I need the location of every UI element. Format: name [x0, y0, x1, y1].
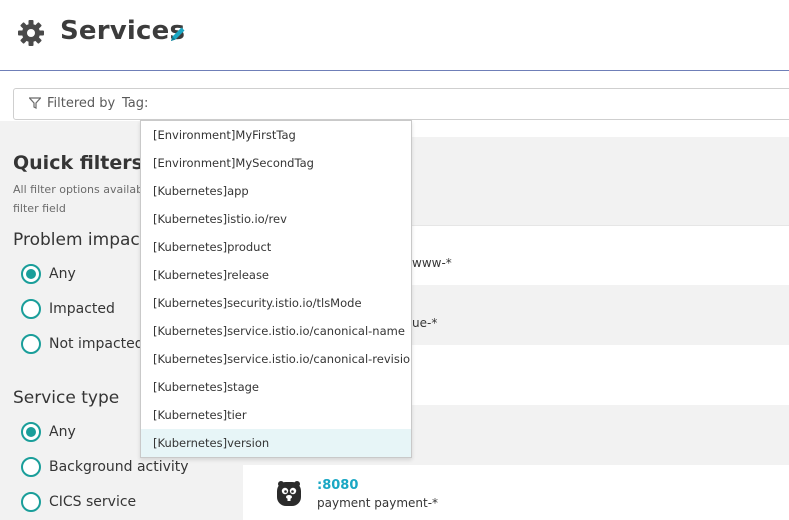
- filter-input-value[interactable]: Tag:: [122, 96, 148, 111]
- radio-not-impacted[interactable]: [21, 334, 41, 354]
- service-type-option-cics-service[interactable]: CICS service: [21, 491, 136, 513]
- dropdown-item[interactable]: [Environment]MyFirstTag: [141, 121, 411, 149]
- funnel-icon: [29, 97, 41, 109]
- service-name: payment payment-*: [317, 496, 439, 510]
- dropdown-item[interactable]: [Kubernetes]app: [141, 177, 411, 205]
- filter-bar[interactable]: Filtered by Tag:: [13, 88, 789, 120]
- quick-filters-title: Quick filters: [13, 152, 143, 174]
- problem-impact-option-impacted[interactable]: Impacted: [21, 298, 115, 320]
- gear-icon: [18, 20, 44, 46]
- dropdown-item[interactable]: [Kubernetes]service.istio.io/canonical-n…: [141, 317, 411, 345]
- radio-label: CICS service: [49, 494, 137, 510]
- quick-filters-desc-line1: All filter options availab: [13, 183, 144, 196]
- page-header: Services: [0, 0, 789, 71]
- dropdown-item[interactable]: [Kubernetes]security.istio.io/tlsMode: [141, 289, 411, 317]
- partial-service-name: ue-*: [412, 316, 438, 330]
- dropdown-item-highlighted[interactable]: [Kubernetes]version: [141, 429, 411, 457]
- service-port-link[interactable]: :8080: [317, 478, 358, 493]
- pencil-icon[interactable]: [168, 24, 188, 44]
- radio-cics-service[interactable]: [21, 492, 41, 512]
- dropdown-item[interactable]: [Environment]MySecondTag: [141, 149, 411, 177]
- dropdown-item[interactable]: [Kubernetes]product: [141, 233, 411, 261]
- quick-filters-description: All filter options availab filter field: [13, 180, 147, 218]
- filter-label: Filtered by: [47, 96, 116, 111]
- problem-impact-title: Problem impact: [13, 230, 147, 250]
- partial-service-name: www-*: [412, 256, 452, 270]
- dropdown-item[interactable]: [Kubernetes]service.istio.io/canonical-r…: [141, 345, 411, 373]
- radio-background-activity[interactable]: [21, 457, 41, 477]
- radio-label: Background activity: [49, 459, 189, 475]
- page-title: Services: [60, 16, 186, 46]
- radio-label: Any: [49, 266, 76, 282]
- service-type-option-background-activity[interactable]: Background activity: [21, 456, 189, 478]
- dropdown-item[interactable]: [Kubernetes]istio.io/rev: [141, 205, 411, 233]
- dropdown-item[interactable]: [Kubernetes]stage: [141, 373, 411, 401]
- service-type-option-any[interactable]: Any: [21, 421, 76, 443]
- radio-any-checked[interactable]: [21, 422, 41, 442]
- services-page: Services Filtered by Tag: Quick filters …: [0, 0, 789, 520]
- radio-any-checked[interactable]: [21, 264, 41, 284]
- dropdown-item[interactable]: [Kubernetes]tier: [141, 401, 411, 429]
- radio-impacted[interactable]: [21, 299, 41, 319]
- radio-label: Not impacted: [49, 336, 144, 352]
- problem-impact-option-any[interactable]: Any: [21, 263, 76, 285]
- service-type-title: Service type: [13, 388, 120, 408]
- go-gopher-icon: [277, 481, 301, 506]
- dropdown-item[interactable]: [Kubernetes]release: [141, 261, 411, 289]
- problem-impact-option-not-impacted[interactable]: Not impacted: [21, 333, 144, 355]
- quick-filters-desc-line2: filter field: [13, 202, 66, 215]
- radio-label: Any: [49, 424, 76, 440]
- tag-suggestions-dropdown: [Environment]MyFirstTag [Environment]MyS…: [140, 120, 412, 458]
- radio-label: Impacted: [49, 301, 115, 317]
